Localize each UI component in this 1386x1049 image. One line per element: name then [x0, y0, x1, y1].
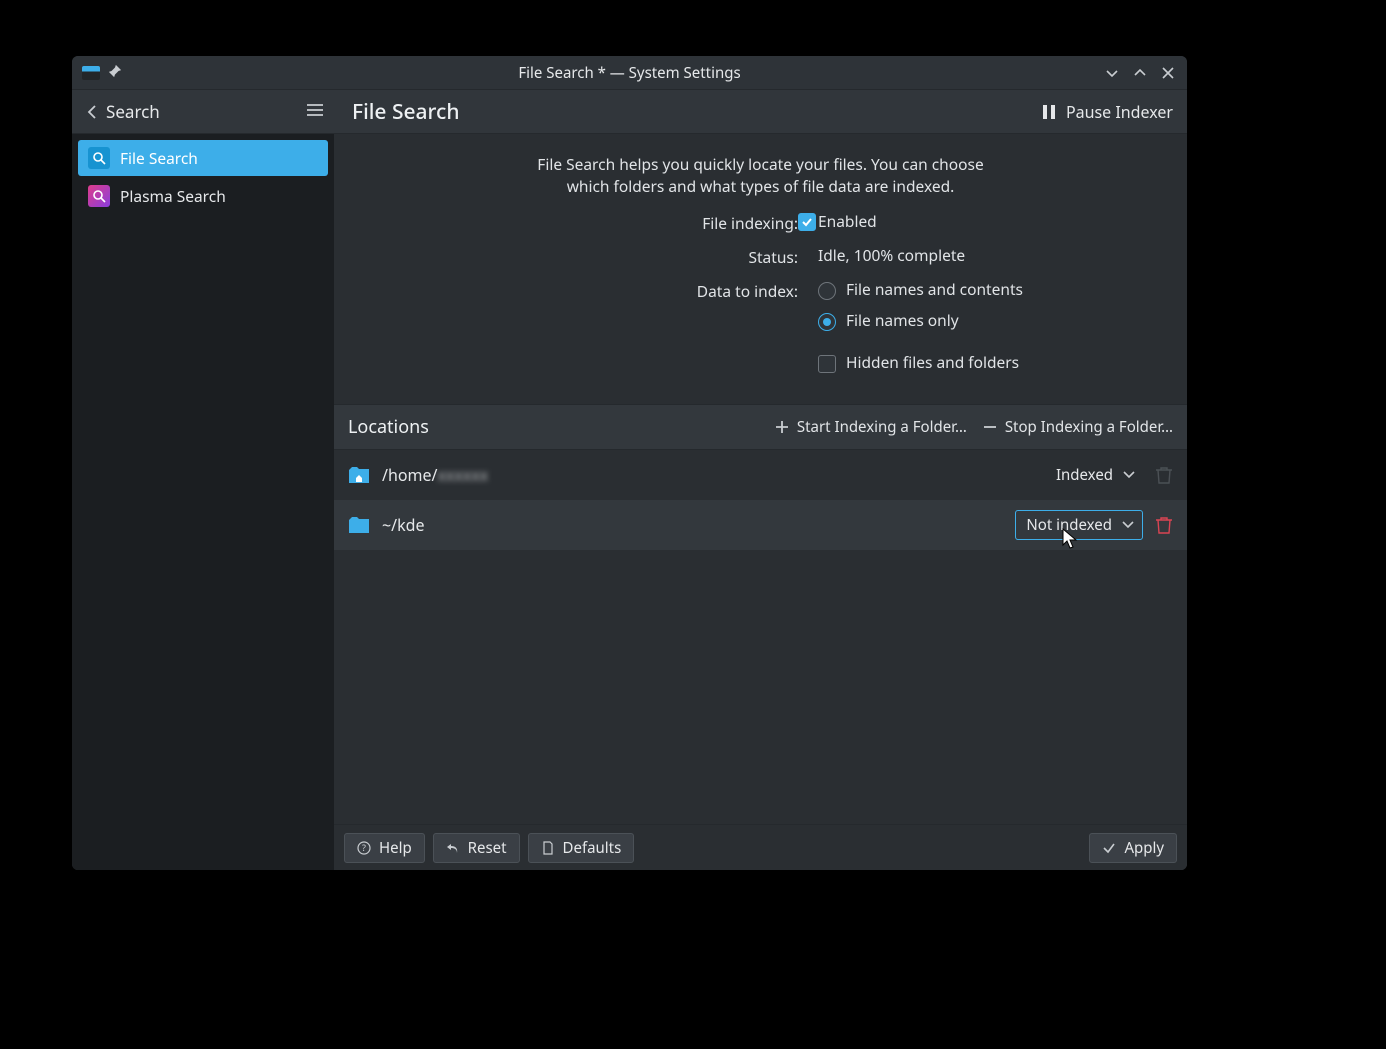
status-label: Status:: [498, 245, 798, 269]
stop-indexing-button[interactable]: Stop Indexing a Folder…: [983, 417, 1173, 437]
remove-location-button[interactable]: [1155, 515, 1173, 535]
plasma-search-icon: [88, 185, 110, 207]
svg-text:?: ?: [362, 841, 366, 854]
folder-icon: [348, 516, 370, 534]
sidebar-item-file-search[interactable]: File Search: [78, 140, 328, 176]
radio-names-only[interactable]: [818, 313, 836, 331]
home-folder-icon: [348, 466, 370, 484]
sidebar-item-label: Plasma Search: [120, 185, 226, 207]
enabled-checkbox[interactable]: [798, 213, 816, 231]
main-panel: File Search helps you quickly locate you…: [334, 134, 1187, 870]
locations-title: Locations: [348, 415, 429, 439]
file-search-icon: [88, 147, 110, 169]
pause-indexer-label: Pause Indexer: [1066, 101, 1173, 123]
help-icon: ?: [357, 841, 371, 855]
sidebar: File Search Plasma Search: [72, 134, 334, 870]
location-path: ~/kde: [382, 514, 1003, 536]
page-title: File Search: [352, 98, 460, 126]
header-row: Search File Search Pause Indexer: [72, 90, 1187, 134]
titlebar[interactable]: File Search * — System Settings: [72, 56, 1187, 90]
index-status-dropdown[interactable]: Not indexed: [1015, 510, 1143, 540]
back-label: Search: [106, 100, 160, 123]
stop-indexing-label: Stop Indexing a Folder…: [1005, 417, 1173, 437]
settings-window: File Search * — System Settings Search: [72, 56, 1187, 870]
start-indexing-label: Start Indexing a Folder…: [797, 417, 967, 437]
locations-bar: Locations Start Indexing a Folder… Stop …: [334, 404, 1187, 450]
hidden-checkbox[interactable]: [818, 355, 836, 373]
reset-button[interactable]: Reset: [433, 833, 520, 863]
footer: ? Help Reset Defaults Apply: [334, 824, 1187, 870]
status-value: Idle, 100% complete: [818, 245, 1023, 267]
back-button[interactable]: Search: [86, 100, 160, 123]
minimize-button[interactable]: [1099, 60, 1125, 86]
enabled-label: Enabled: [818, 211, 1023, 233]
defaults-button[interactable]: Defaults: [528, 833, 635, 863]
location-path: /home/xxxxxx: [382, 464, 1034, 486]
radio-names-contents[interactable]: [818, 282, 836, 300]
radio-names-contents-label: File names and contents: [846, 279, 1023, 301]
pin-icon[interactable]: [108, 63, 122, 83]
location-row[interactable]: ~/kde Not indexed: [334, 500, 1187, 550]
locations-list: /home/xxxxxx Indexed ~/kde: [334, 450, 1187, 824]
pause-indexer-button[interactable]: Pause Indexer: [1042, 101, 1173, 123]
intro-text: File Search helps you quickly locate you…: [521, 154, 1001, 197]
help-button[interactable]: ? Help: [344, 833, 425, 863]
sidebar-item-plasma-search[interactable]: Plasma Search: [78, 178, 328, 214]
document-icon: [541, 841, 555, 855]
index-status-value: Indexed: [1056, 465, 1113, 485]
start-indexing-button[interactable]: Start Indexing a Folder…: [775, 417, 967, 437]
hidden-label: Hidden files and folders: [846, 352, 1019, 374]
index-status-dropdown[interactable]: Indexed: [1046, 460, 1143, 490]
hamburger-menu[interactable]: [306, 102, 324, 122]
radio-names-only-label: File names only: [846, 310, 959, 332]
close-button[interactable]: [1155, 60, 1181, 86]
app-icon: [82, 66, 100, 80]
check-icon: [1102, 841, 1116, 855]
data-to-index-label: Data to index:: [498, 279, 798, 303]
window-title: File Search * — System Settings: [72, 63, 1187, 83]
remove-location-button: [1155, 465, 1173, 485]
file-indexing-label: File indexing:: [498, 211, 798, 235]
apply-button[interactable]: Apply: [1089, 833, 1177, 863]
chevron-down-icon: [1123, 470, 1135, 480]
undo-icon: [446, 841, 460, 855]
index-status-value: Not indexed: [1026, 515, 1112, 535]
location-row[interactable]: /home/xxxxxx Indexed: [334, 450, 1187, 500]
sidebar-item-label: File Search: [120, 147, 198, 169]
chevron-down-icon: [1122, 520, 1134, 530]
maximize-button[interactable]: [1127, 60, 1153, 86]
